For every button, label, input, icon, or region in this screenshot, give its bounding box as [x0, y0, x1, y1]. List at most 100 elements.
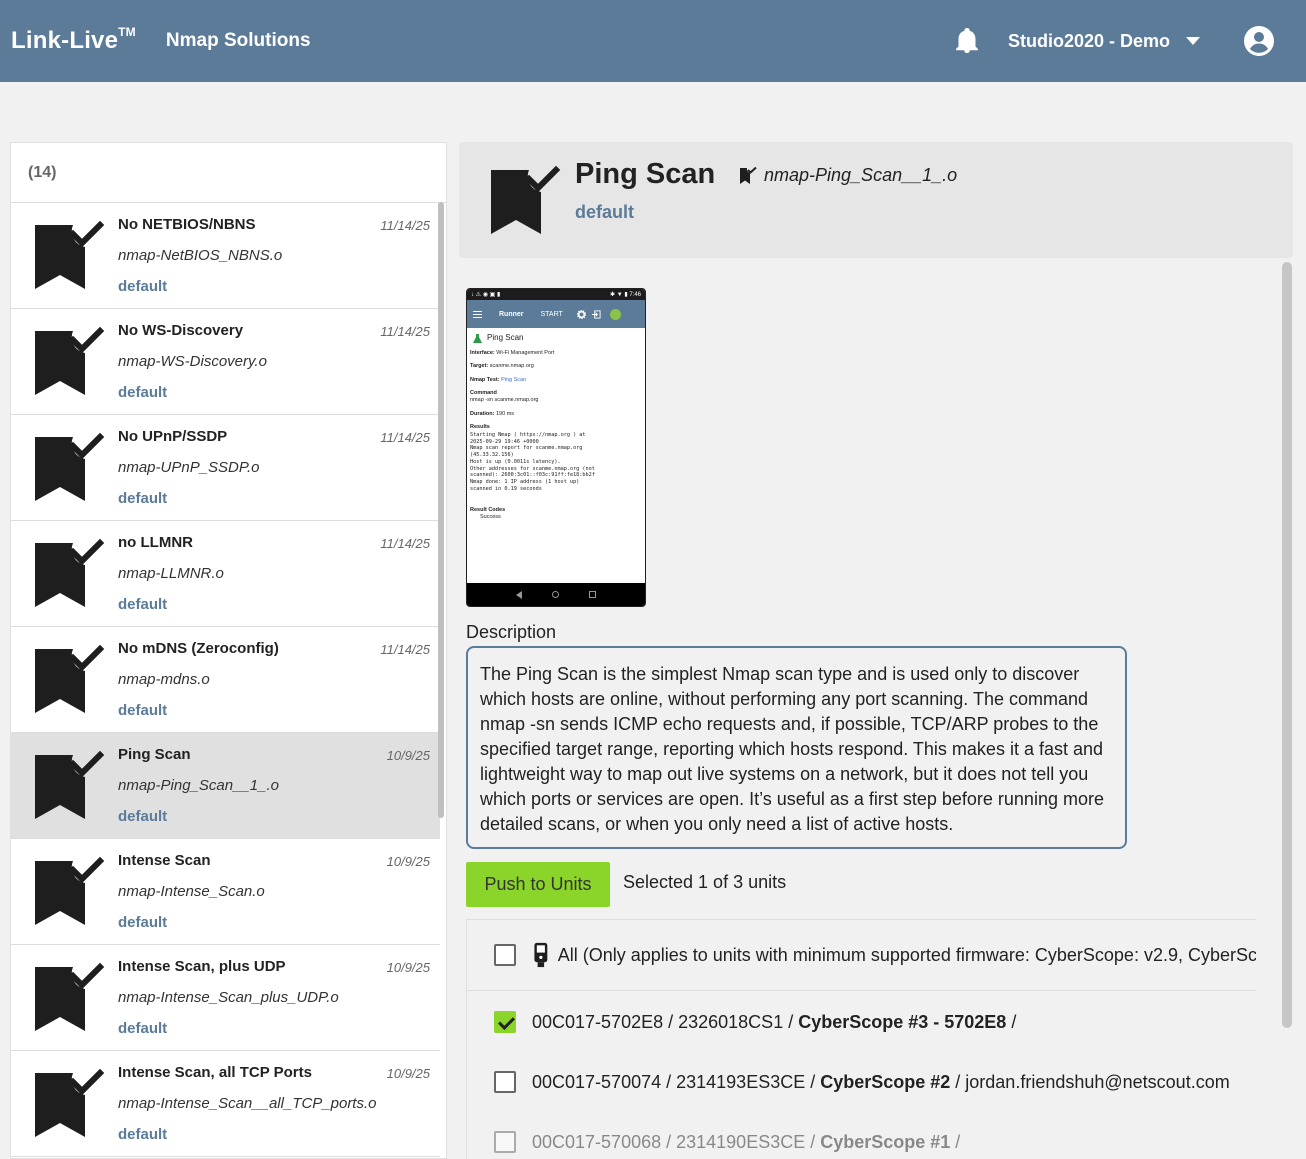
list-item-filename: nmap-UPnP_SSDP.o	[118, 459, 260, 476]
phone-app-bar: Runner START	[467, 300, 645, 328]
list-item-tag: default	[118, 1126, 168, 1143]
detail-title: Ping Scan	[575, 158, 716, 190]
trademark-mark: TM	[118, 25, 136, 39]
list-item-filename: nmap-LLMNR.o	[118, 565, 224, 582]
list-item[interactable]: No NETBIOS/NBNS nmap-NetBIOS_NBNS.odefaul…	[11, 203, 440, 309]
notification-bell-icon[interactable]	[954, 27, 980, 55]
unit-id: 00C017-5702E8 / 2326018CS1 /	[532, 1011, 794, 1032]
bookmark-check-icon	[35, 1068, 105, 1137]
org-selector[interactable]: Studio2020 - Demo	[1008, 31, 1244, 52]
list-item-date: 11/14/25	[380, 218, 430, 233]
detail-scrollbar[interactable]	[1282, 262, 1292, 1028]
phone-body: Ping Scan Interface: Wi-Fi Management Po…	[470, 333, 595, 520]
list-item[interactable]: Intense Scan, plus UDP nmap-Intense_Scan_…	[11, 945, 440, 1051]
list-item-date: 10/9/25	[386, 854, 430, 869]
list-item-date: 11/14/25	[380, 642, 430, 657]
unit-id: 00C017-570068 / 2314190ES3CE /	[532, 1131, 816, 1152]
list-item[interactable]: no LLMNR nmap-LLMNR.o default 11/14/25	[11, 521, 440, 627]
list-item-title: Intense Scan, plus UDP	[118, 958, 286, 975]
list-item-title: No UPnP/SSDP	[118, 428, 228, 445]
account-circle-icon[interactable]	[1244, 26, 1274, 56]
exit-icon	[591, 309, 601, 319]
list-item-title: No NETBIOS/NBNS	[118, 216, 256, 233]
list-item-tag: default	[118, 808, 168, 825]
bookmark-check-icon	[35, 432, 105, 501]
list-item-filename: nmap-NetBIOS_NBNS.o	[118, 247, 283, 264]
home-icon	[552, 591, 559, 598]
list-item-tag: default	[118, 596, 168, 613]
list-item-filename: nmap-Intense_Scan__all_TCP_ports.o	[118, 1095, 377, 1112]
bookmark-check-icon	[35, 750, 105, 819]
phone-nav-bar	[467, 583, 645, 606]
bookmark-check-icon	[35, 644, 105, 713]
list-item-title: Ping Scan	[118, 746, 191, 763]
unit-suffix: /	[955, 1131, 961, 1152]
units-list: All (Only applies to units with minimum …	[466, 919, 1256, 1159]
list-count: (14)	[11, 143, 446, 203]
unit-row[interactable]: 00C017-5702E8 / 2326018CS1 /CyberScope #…	[467, 992, 1256, 1052]
unit-checkbox[interactable]	[494, 1011, 516, 1033]
unit-name: CyberScope #3 - 5702E8	[798, 1011, 1007, 1032]
push-to-units-button[interactable]: Push to Units	[466, 862, 610, 907]
unit-suffix: / jordan.friendshuh@netscout.com	[955, 1071, 1230, 1092]
bookmark-check-icon	[35, 326, 105, 395]
org-name: Studio2020 - Demo	[1007, 30, 1170, 51]
unit-suffix: /	[1011, 1011, 1017, 1032]
list-item-filename: nmap-mdns.o	[118, 671, 210, 688]
list-item-tag: default	[118, 278, 168, 295]
unit-row[interactable]: 00C017-570074 / 2314193ES3CE / CyberScope…	[467, 1052, 1256, 1112]
detail-filename: nmap-Ping_Scan__1_.o	[739, 165, 957, 186]
bookmark-check-small-icon	[740, 166, 757, 184]
list-item[interactable]: No WS-Discovery nmap-WS-Discovery.o defaul…	[11, 309, 440, 415]
bookmark-check-icon	[35, 538, 105, 607]
list-item[interactable]: Intense Scan, all TCP Ports nmap-Intense_…	[11, 1051, 440, 1157]
list-item-date: 11/14/25	[380, 536, 430, 551]
bookmark-check-icon	[35, 962, 105, 1031]
list-item-title: No mDNS (Zeroconfig)	[118, 640, 279, 657]
list-item[interactable]: Intense Scan nmap-Intense_Scan.odefault 10…	[11, 839, 440, 945]
select-all-checkbox[interactable]	[494, 944, 516, 966]
list-item-filename: nmap-Intense_Scan_plus_UDP.o	[118, 989, 339, 1006]
recents-icon	[589, 591, 596, 598]
all-units-label: All (Only applies to units with minimum …	[557, 944, 1256, 965]
list-item[interactable]: No UPnP/SSDP nmap-UPnP_SSDP.odefault 11/14…	[11, 415, 440, 521]
brand-logo[interactable]: Link-LiveTM	[11, 25, 136, 55]
list-item-tag: default	[118, 1020, 168, 1037]
list-item-date: 11/14/25	[380, 324, 430, 339]
list-item-date: 10/9/25	[386, 1066, 430, 1081]
unit-checkbox[interactable]	[494, 1131, 516, 1153]
selected-units-count: Selected 1 of 3 units	[623, 872, 787, 892]
product-name[interactable]: Nmap Solutions	[166, 30, 311, 52]
list-item-filename: nmap-Ping_Scan__1_.o	[118, 777, 279, 794]
list-item-title: Intense Scan, all TCP Ports	[118, 1064, 312, 1081]
list-item-tag: default	[118, 490, 168, 507]
status-badge	[609, 308, 621, 320]
description-text: The Ping Scan is the simplest Nmap scan …	[466, 646, 1127, 849]
menu-icon	[473, 310, 482, 318]
list-item-date: 11/14/25	[380, 430, 430, 445]
unit-row[interactable]: 00C017-570068 / 2314190ES3CE / CyberScope…	[467, 1112, 1256, 1159]
list-item-filename: nmap-Intense_Scan.o	[118, 883, 265, 900]
list-item[interactable]: Ping Scan nmap-Ping_Scan__1_.odefault 10/9…	[11, 733, 440, 839]
test-list-panel: (14) No NETBIOS/NBNS nmap-NetBIOS_NBNS.od…	[10, 142, 447, 1159]
unit-checkbox[interactable]	[494, 1071, 516, 1093]
unit-row-all[interactable]: All (Only applies to units with minimum …	[467, 920, 1256, 991]
phone-status-bar: ↓ ⚠ ◉ ▣ ▮ ✱ ▼ ▮ 7:46	[467, 289, 645, 300]
bookmark-check-icon	[491, 165, 561, 234]
list-item-date: 10/9/25	[386, 960, 430, 975]
bookmark-check-icon	[35, 220, 105, 289]
handheld-device-icon	[534, 942, 548, 968]
list-item-title: no LLMNR	[118, 534, 193, 551]
list-item-title: Intense Scan	[118, 852, 211, 869]
list-item-tag: default	[118, 702, 168, 719]
result-screenshot[interactable]: ↓ ⚠ ◉ ▣ ▮ ✱ ▼ ▮ 7:46 Runner START Ping S…	[466, 288, 646, 607]
list-scrollbar[interactable]	[438, 202, 444, 818]
unit-name: CyberScope #1	[820, 1131, 951, 1152]
list-item-date: 10/9/25	[386, 748, 430, 763]
top-bar: Link-LiveTM Nmap Solutions Studio2020 - …	[0, 0, 1306, 82]
list-item-tag: default	[118, 914, 168, 931]
list-item[interactable]: No mDNS (Zeroconfig) nmap-mdns.o default 11…	[11, 627, 440, 733]
detail-header: Ping Scan nmap-Ping_Scan__1_.o default	[459, 142, 1293, 258]
back-icon	[516, 590, 522, 599]
list-item-filename: nmap-WS-Discovery.o	[118, 353, 267, 370]
